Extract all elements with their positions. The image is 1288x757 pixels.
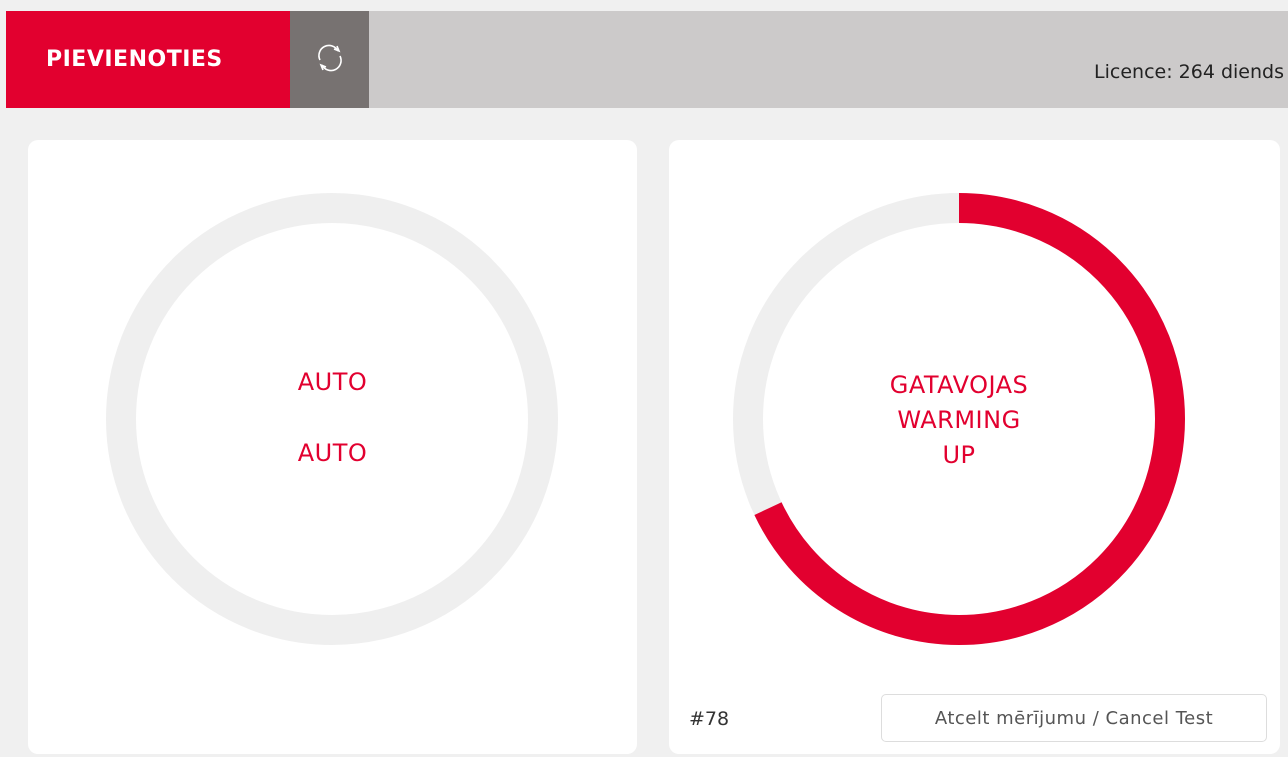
status-line-1: GATAVOJAS <box>889 371 1029 399</box>
left-ring-track <box>106 193 558 645</box>
status-text: GATAVOJAS WARMING UP <box>669 368 1249 473</box>
license-status: Licence: 264 diends <box>1094 61 1284 83</box>
cancel-test-button[interactable]: Atcelt mērījumu / Cancel Test <box>881 694 1267 742</box>
left-panel: AUTO AUTO <box>28 140 637 754</box>
status-line-2: WARMING <box>897 406 1021 434</box>
connect-button[interactable]: PIEVIENOTIES <box>6 11 290 108</box>
test-id: #78 <box>689 708 730 730</box>
top-bar: PIEVIENOTIES Licence: 264 diends <box>6 11 1288 108</box>
refresh-icon <box>313 41 347 79</box>
refresh-button[interactable] <box>290 11 369 108</box>
cancel-test-label: Atcelt mērījumu / Cancel Test <box>934 707 1214 729</box>
status-line-3: UP <box>942 441 976 469</box>
right-panel: GATAVOJAS WARMING UP #78 Atcelt mērījumu… <box>669 140 1280 754</box>
left-mode-secondary: AUTO <box>297 439 368 467</box>
connect-button-label: PIEVIENOTIES <box>46 47 223 72</box>
left-mode-primary: AUTO <box>297 368 368 396</box>
